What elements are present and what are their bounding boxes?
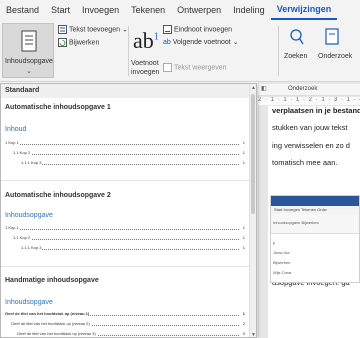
- toc-button-label: Inhoudsopgave: [5, 58, 53, 65]
- tab-indeling[interactable]: Indeling: [227, 0, 271, 20]
- doc-line-4: tomatisch mee aan.: [272, 158, 338, 167]
- show-notes-button[interactable]: Tekst weergeven: [163, 63, 227, 72]
- tab-tekenen[interactable]: Tekenen: [125, 0, 171, 20]
- toc-entry: 1.1.1 Kop 31: [21, 245, 245, 250]
- insert-footnote-button[interactable]: Voetnoot invoegen: [131, 59, 159, 77]
- research-pane-header: ◧ Onderzoek: [258, 84, 360, 96]
- embedded-ribbon: Inhoudsopgave Bijwerken: [271, 214, 359, 234]
- option-heading: Inhoud: [5, 126, 27, 133]
- embedded-row: Bijwerken: [273, 260, 291, 265]
- next-footnote-button[interactable]: ab Volgende voetnoot ⌄: [163, 38, 239, 47]
- tab-start[interactable]: Start: [45, 0, 76, 20]
- embedded-row: p: [273, 240, 276, 245]
- embedded-tabs: Start Invoegen Tekenen Ontw: [271, 206, 359, 214]
- pane-icon: ◧: [261, 86, 267, 92]
- add-text-label: Tekst toevoegen: [69, 26, 120, 34]
- next-footnote-label: Volgende voetnoot: [172, 39, 231, 46]
- toc-gallery: Standaard Automatische inhoudsopgave 1 I…: [0, 83, 257, 338]
- show-notes-icon: [163, 63, 172, 72]
- pane-title: Onderzoek: [288, 86, 318, 92]
- next-footnote-icon: ab: [163, 39, 171, 46]
- embedded-titlebar: [271, 196, 359, 206]
- toc-entry: 1.1.1 Kop 31: [21, 160, 245, 165]
- toc-button[interactable]: Inhoudsopgave ⌄: [2, 23, 54, 78]
- gallery-header: Standaard: [1, 84, 251, 98]
- option-heading: Inhoudsopgave: [5, 299, 53, 306]
- chevron-down-icon: ⌄: [232, 39, 239, 46]
- update-button[interactable]: Bijwerken: [58, 38, 99, 47]
- embedded-screenshot: Start Invoegen Tekenen Ontw Inhoudsopgav…: [270, 195, 360, 283]
- footnote-label-1: Voetnoot: [131, 60, 159, 67]
- tab-bestand[interactable]: Bestand: [0, 0, 45, 20]
- option-title: Handmatige inhoudsopgave: [5, 277, 99, 284]
- gallery-divider: [1, 266, 251, 267]
- ribbon-tabs: Bestand Start Invoegen Tekenen Ontwerpen…: [0, 0, 360, 20]
- option-title: Automatische inhoudsopgave 1: [5, 104, 111, 111]
- embedded-row: Wijs Crear: [273, 270, 292, 275]
- insert-endnote-button[interactable]: Eindnoot invoegen: [163, 25, 232, 34]
- ribbon-divider: [278, 26, 279, 76]
- toc-icon: [21, 30, 37, 52]
- endnote-icon: [163, 25, 172, 34]
- toc-entry: Geef de titel van het hoofdstuk op (nive…: [17, 331, 245, 336]
- add-text-button[interactable]: Tekst toevoegen ⌄: [58, 25, 128, 34]
- tab-ontwerpen[interactable]: Ontwerpen: [171, 0, 227, 20]
- toc-entry: 1 Kop 11: [5, 140, 245, 145]
- option-heading: Inhoudsopgave: [5, 212, 53, 219]
- chevron-down-icon: ⌄: [121, 26, 128, 34]
- ribbon: Inhoudsopgave ⌄ Tekst toevoegen ⌄ Bijwer…: [0, 20, 360, 82]
- doc-line-2: stukken van jouw tekst: [272, 123, 348, 132]
- endnote-label: Eindnoot invoegen: [174, 26, 232, 34]
- show-notes-label: Tekst weergeven: [174, 64, 227, 72]
- ruler: 2 · 1 · 1 · 1 · 2 · 1 · 3 · 1 · 4 · 1 · …: [258, 97, 360, 105]
- tab-invoegen[interactable]: Invoegen: [76, 0, 125, 20]
- option-title: Automatische inhoudsopgave 2: [5, 192, 111, 199]
- search-icon: [290, 29, 304, 45]
- doc-line-1: verplaatsen in je bestand: [272, 106, 360, 115]
- tab-verwijzingen[interactable]: Verwijzingen: [270, 0, 338, 20]
- footnote-icon: ab1: [133, 28, 159, 53]
- chevron-down-icon: ⌄: [26, 68, 32, 75]
- research-label: Onderzoek: [318, 53, 353, 60]
- update-icon: [58, 38, 67, 47]
- doc-line-3: ing verwisselen en zo d: [272, 141, 350, 150]
- scroll-up-icon[interactable]: ▲: [250, 85, 256, 91]
- scrollbar-thumb[interactable]: [251, 94, 255, 214]
- toc-entry: 1.1 Kop 21: [13, 235, 245, 240]
- gallery-scrollbar[interactable]: ▲ ▼: [249, 84, 256, 337]
- update-label: Bijwerken: [69, 39, 100, 47]
- toc-entry: Geef de titel van het hoofdstuk op (nive…: [11, 321, 245, 326]
- researcher-icon: [325, 28, 339, 45]
- footnote-label-2: invoegen: [131, 69, 160, 76]
- toc-entry: 1.1 Kop 21: [13, 150, 245, 155]
- scroll-down-icon[interactable]: ▼: [250, 332, 256, 337]
- toc-entry: Geef de titel van het hoofdstuk op (nive…: [5, 311, 245, 316]
- embedded-row: Jouw doc: [273, 250, 290, 255]
- gallery-divider: [1, 180, 251, 181]
- search-label: Zoeken: [284, 53, 308, 60]
- embedded-row: Inhoudsopgave Bijwerken: [273, 220, 319, 225]
- add-text-icon: [58, 25, 67, 34]
- ribbon-divider: [128, 26, 129, 76]
- toc-entry: 1 Kop 11: [5, 225, 245, 230]
